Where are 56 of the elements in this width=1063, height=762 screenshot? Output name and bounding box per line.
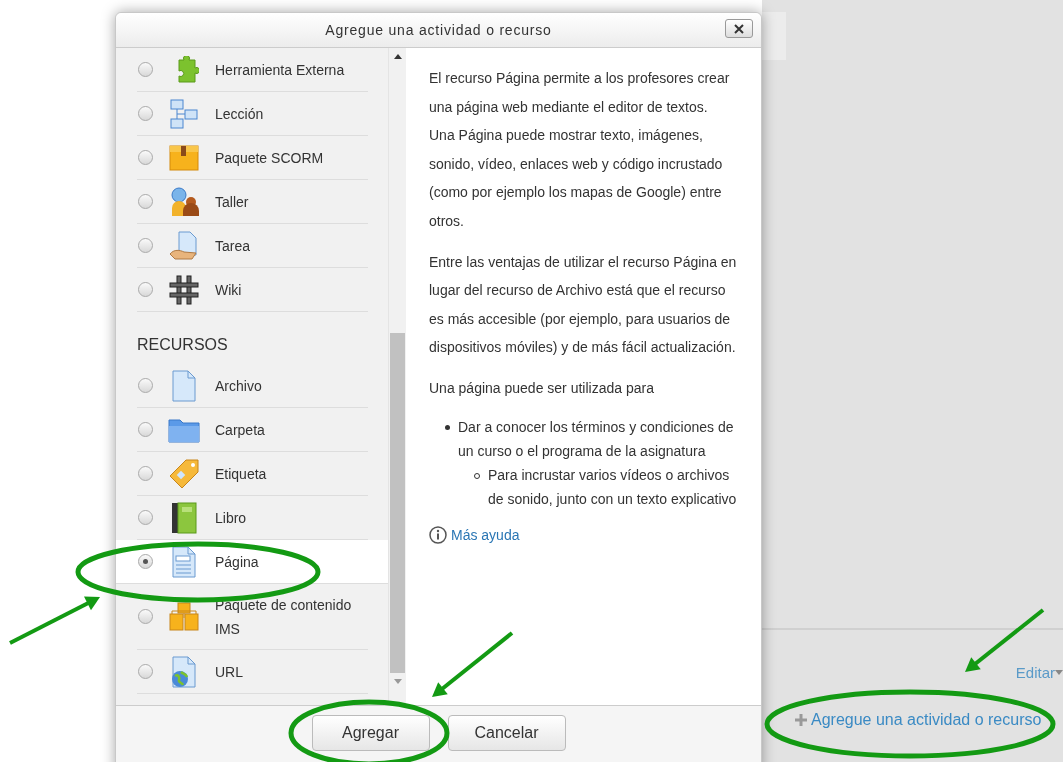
list-item[interactable]: Taller bbox=[137, 180, 368, 224]
scrollbar-thumb[interactable] bbox=[390, 333, 405, 673]
radio-button[interactable] bbox=[138, 466, 153, 481]
list-item[interactable]: Herramienta Externa bbox=[137, 48, 368, 92]
radio-button[interactable] bbox=[138, 510, 153, 525]
description-text: Entre las ventajas de utilizar el recurso Página en lugar del recurso de Archivo está que el recurso es más accesible (por ejemplo, para usuarios de dispositivos móviles) y de más fácil actualización. bbox=[429, 252, 737, 358]
list-item[interactable]: Wiki bbox=[137, 268, 368, 312]
list-item[interactable]: URL bbox=[137, 650, 368, 694]
close-button[interactable] bbox=[725, 19, 753, 38]
list-item[interactable]: Lección bbox=[137, 92, 368, 136]
radio-button[interactable] bbox=[138, 378, 153, 393]
radio-button[interactable] bbox=[138, 62, 153, 77]
tag-icon bbox=[168, 457, 200, 490]
bullet-icon bbox=[445, 424, 450, 430]
dialog-title: Agregue una actividad o recurso bbox=[325, 22, 552, 38]
section-heading: RECURSOS bbox=[137, 335, 229, 355]
page-icon bbox=[171, 545, 197, 578]
caret-icon bbox=[1055, 670, 1063, 675]
radio-button[interactable] bbox=[138, 422, 153, 437]
list-item[interactable]: Página bbox=[116, 540, 388, 584]
list-item[interactable]: Etiqueta bbox=[137, 452, 368, 496]
packages-icon bbox=[168, 601, 200, 632]
radio-button[interactable] bbox=[138, 150, 153, 165]
radio-button[interactable] bbox=[138, 238, 153, 253]
list-text: Dar a conocer los términos y condiciones de un curso o el programa de la asignatura bbox=[458, 418, 734, 459]
document-icon bbox=[171, 369, 197, 402]
scroll-up-icon[interactable] bbox=[393, 54, 402, 59]
radio-button[interactable] bbox=[138, 106, 153, 121]
radio-button[interactable] bbox=[138, 554, 153, 569]
globe-document-icon bbox=[171, 655, 197, 688]
plus-icon bbox=[794, 713, 808, 727]
close-icon bbox=[734, 23, 744, 34]
list-text: Para incrustar varios vídeos o archivos de sonido, junto con un texto explicativo bbox=[488, 465, 737, 509]
list-item[interactable]: Archivo bbox=[137, 364, 368, 408]
radio-button[interactable] bbox=[138, 282, 153, 297]
package-icon bbox=[169, 144, 199, 171]
scroll-down-icon[interactable] bbox=[393, 679, 402, 684]
radio-button[interactable] bbox=[138, 664, 153, 679]
list-item[interactable]: Carpeta bbox=[137, 408, 368, 452]
scrollbar[interactable] bbox=[388, 48, 406, 705]
description-text: El recurso Página permite a los profesores crear una página web mediante el editor de textos. Una Página puede mostrar texto, imágenes, sonido, vídeo, enlaces web y código incrustado (como por ejemplo los mapas de Google) entre otros. bbox=[429, 69, 731, 231]
radio-button[interactable] bbox=[138, 609, 153, 624]
hand-document-icon bbox=[169, 230, 199, 261]
dialog-button[interactable]: Agregar bbox=[311, 715, 430, 751]
radio-button[interactable] bbox=[138, 194, 153, 209]
list-item[interactable]: Tarea bbox=[137, 224, 368, 268]
help-link[interactable]: Más ayuda bbox=[451, 520, 520, 550]
info-icon bbox=[429, 525, 447, 544]
flowchart-icon bbox=[169, 98, 199, 129]
list-item[interactable]: Paquete SCORM bbox=[137, 136, 368, 180]
list-item[interactable]: Paquete de contenido IMS bbox=[137, 584, 368, 650]
dialog-button[interactable]: Cancelar bbox=[447, 715, 566, 751]
book-icon bbox=[171, 501, 197, 534]
folder-icon bbox=[168, 416, 200, 443]
people-icon bbox=[169, 186, 199, 217]
description-text: Una página puede ser utilizada para bbox=[429, 378, 655, 398]
